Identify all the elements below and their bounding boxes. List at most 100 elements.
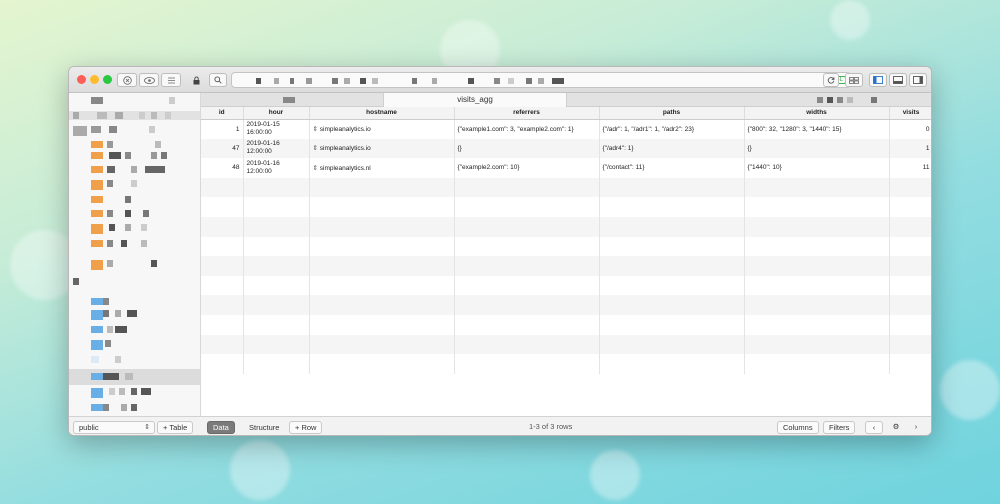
add-table-button[interactable]: + Table — [157, 421, 194, 434]
table-cell[interactable]: 11 — [889, 158, 931, 178]
table-cell[interactable]: ⇕ simpleanalytics.io — [309, 119, 455, 139]
sidebar-item[interactable] — [69, 111, 200, 120]
column-header[interactable]: visits — [889, 107, 931, 120]
table-cell — [309, 177, 455, 198]
table-row[interactable]: 48 2019-01-16 12:00:00 ⇕ simpleanalytics.n… — [201, 158, 931, 178]
sidebar-item[interactable] — [69, 309, 200, 321]
gear-icon[interactable]: ⚙ — [887, 421, 905, 434]
table-row[interactable]: 47 2019-01-16 12:00:00 ⇕ simpleanalytics.i… — [201, 138, 931, 159]
sort-icon[interactable]: ⇕ — [313, 165, 320, 172]
sidebar-item[interactable] — [69, 355, 200, 364]
empty-row — [201, 354, 931, 374]
reload-icon[interactable] — [823, 73, 839, 87]
table-cell[interactable]: {} — [454, 138, 600, 159]
sidebar-item[interactable] — [69, 325, 200, 334]
sidebar-item[interactable] — [69, 125, 200, 137]
tab-structure[interactable]: Structure — [243, 421, 285, 434]
column-header[interactable]: widths — [744, 107, 890, 120]
table-cell[interactable]: 2019-01-16 12:00:00 — [243, 138, 310, 159]
cell-text: simpleanalytics.io — [319, 126, 371, 134]
eye-icon[interactable] — [139, 73, 159, 87]
panel-right-icon[interactable] — [909, 73, 927, 87]
table-cell[interactable]: 2019-01-15 16:00:00 — [243, 119, 310, 139]
table-cell[interactable]: {"800": 32, "1280": 3, "1440": 15} — [744, 119, 890, 139]
table-cell — [744, 177, 890, 198]
chevron-right-icon[interactable]: › — [907, 421, 925, 434]
tab-data[interactable]: Data — [207, 421, 235, 434]
table-cell — [243, 216, 310, 237]
sidebar-item[interactable] — [69, 209, 200, 218]
table-cell — [889, 275, 931, 296]
table-row[interactable]: 1 2019-01-15 16:00:00 ⇕ simpleanalytics.io… — [201, 119, 931, 139]
add-row-button[interactable]: + Row — [289, 421, 323, 434]
sidebar-item[interactable] — [69, 277, 200, 286]
close-icon[interactable] — [117, 73, 137, 87]
table-cell[interactable]: 47 — [201, 138, 244, 159]
table-cell[interactable]: 2019-01-16 12:00:00 — [243, 158, 310, 178]
table-cell[interactable]: {"example1.com": 3, "example2.com": 1} — [454, 119, 600, 139]
column-header[interactable]: hostname — [309, 107, 455, 120]
table-cell[interactable]: {"/contact": 11} — [599, 158, 745, 178]
table-cell — [889, 236, 931, 257]
sort-icon[interactable]: ⇕ — [313, 145, 320, 152]
tab-bar: visits_agg — [201, 93, 931, 107]
table-cell[interactable]: 0 — [889, 119, 931, 139]
column-header[interactable]: id — [201, 107, 244, 120]
sidebar-item[interactable] — [69, 259, 200, 271]
tab-visits-agg[interactable]: visits_agg — [383, 93, 567, 107]
close-window-button[interactable] — [77, 75, 86, 84]
list-icon[interactable] — [161, 73, 181, 87]
sidebar-item[interactable] — [69, 223, 200, 235]
filters-button[interactable]: Filters — [823, 421, 856, 434]
table-cell[interactable]: {"/adr4": 1} — [599, 138, 745, 159]
table-cell — [454, 295, 600, 315]
grid-icon[interactable] — [845, 73, 863, 87]
search-icon[interactable] — [209, 73, 227, 87]
chevron-left-icon[interactable]: ‹ — [865, 421, 883, 434]
table-cell — [454, 334, 600, 355]
sidebar-item[interactable] — [69, 195, 200, 204]
sidebar-item[interactable] — [69, 339, 200, 351]
table-cell — [454, 177, 600, 198]
table-cell[interactable]: {} — [744, 138, 890, 159]
schema-select[interactable]: public ⇕ — [73, 421, 155, 434]
sidebar-item-selected[interactable] — [69, 369, 200, 385]
sidebar-item[interactable] — [69, 179, 200, 191]
panel-bottom-icon[interactable] — [889, 73, 907, 87]
empty-row — [201, 236, 931, 257]
table-cell — [599, 354, 745, 374]
sidebar-item[interactable] — [69, 297, 200, 306]
sidebar-item[interactable] — [69, 96, 200, 105]
column-header[interactable]: paths — [599, 107, 745, 120]
connection-bar[interactable]: SSL — [231, 72, 851, 88]
table-cell — [889, 177, 931, 198]
zoom-window-button[interactable] — [103, 75, 112, 84]
table-cell[interactable]: 1 — [201, 119, 244, 139]
table-cell[interactable]: {"1440": 10} — [744, 158, 890, 178]
sort-icon[interactable]: ⇕ — [313, 126, 320, 133]
table-cell[interactable]: ⇕ simpleanalytics.nl — [309, 158, 455, 178]
sidebar-item[interactable] — [69, 165, 200, 174]
table-cell — [309, 334, 455, 355]
table-cell — [309, 275, 455, 296]
column-header[interactable]: hour — [243, 107, 310, 120]
empty-row — [201, 314, 931, 335]
empty-row — [201, 177, 931, 198]
minimize-window-button[interactable] — [90, 75, 99, 84]
sidebar-item[interactable] — [69, 140, 200, 149]
table-cell[interactable]: {"example2.com": 10} — [454, 158, 600, 178]
sidebar-item[interactable] — [69, 151, 200, 160]
sidebar-left-icon[interactable] — [869, 73, 887, 87]
columns-button[interactable]: Columns — [777, 421, 819, 434]
sidebar-item[interactable] — [69, 387, 200, 399]
table-cell[interactable]: 48 — [201, 158, 244, 178]
table-cell[interactable]: 1 — [889, 138, 931, 159]
sidebar-item[interactable] — [69, 239, 200, 248]
table-cell — [201, 177, 244, 198]
table-cell[interactable]: ⇕ simpleanalytics.io — [309, 138, 455, 159]
column-header[interactable]: referrers — [454, 107, 600, 120]
table-cell — [309, 216, 455, 237]
lock-icon — [189, 73, 203, 87]
sidebar-item[interactable] — [69, 403, 200, 412]
table-cell[interactable]: {"/adr": 1, "/adr1": 1, "/adr2": 23} — [599, 119, 745, 139]
